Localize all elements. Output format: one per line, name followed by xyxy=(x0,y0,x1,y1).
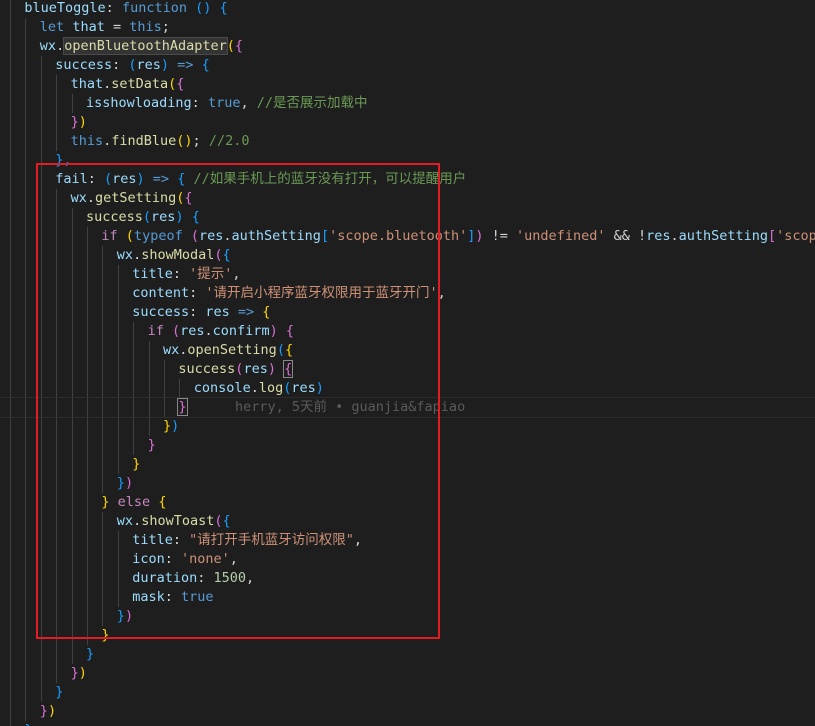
code-token: success xyxy=(55,57,113,73)
code-token: . xyxy=(670,228,679,244)
code-token: ( xyxy=(226,38,235,54)
code-token: ) xyxy=(160,57,170,73)
code-line[interactable]: let that = this; xyxy=(40,18,170,37)
code-token: } xyxy=(86,646,95,662)
code-token: () xyxy=(195,0,212,16)
code-line[interactable]: } xyxy=(24,721,32,726)
code-line[interactable]: blueToggle: function () { xyxy=(24,0,227,18)
code-token: authSetting xyxy=(678,228,769,244)
code-token: this xyxy=(70,133,104,149)
code-token: true xyxy=(207,95,241,111)
code-token: 'undefined' xyxy=(516,228,606,244)
code-token: [ xyxy=(768,228,777,244)
code-token: 'scope.blu xyxy=(776,228,815,244)
code-token: ) xyxy=(475,228,484,244)
code-token: function xyxy=(121,0,187,16)
code-token: ) xyxy=(47,703,57,719)
code-token: , xyxy=(240,95,257,111)
code-token: . xyxy=(56,38,65,54)
code-token: => xyxy=(177,57,194,73)
code-token: ) xyxy=(78,665,87,681)
code-token: : xyxy=(112,57,129,73)
code-token: openBluetoothAdapter xyxy=(63,37,228,55)
code-token: ; xyxy=(161,19,170,35)
code-line[interactable]: }) xyxy=(40,702,56,721)
code-line[interactable]: wx.openBluetoothAdapter({ xyxy=(40,37,243,56)
code-token: } xyxy=(70,665,79,681)
code-token: wx xyxy=(39,38,57,54)
red-highlight-box xyxy=(36,163,440,639)
code-token: } xyxy=(39,703,48,719)
code-token: setData xyxy=(111,76,169,92)
indent-guide xyxy=(25,18,27,721)
code-line[interactable]: }) xyxy=(71,113,87,132)
code-token: ; xyxy=(192,133,209,149)
code-token: findBlue xyxy=(111,133,177,149)
code-token: ( xyxy=(128,57,137,73)
code-line[interactable]: this.findBlue(); //2.0 xyxy=(71,132,250,151)
code-token: : xyxy=(191,95,208,111)
code-token: //是否展示加载中 xyxy=(256,95,368,111)
code-token: { xyxy=(234,38,244,54)
code-token: res xyxy=(136,57,161,73)
code-token: res xyxy=(646,228,671,244)
code-token: blueToggle xyxy=(24,0,106,16)
indent-guide xyxy=(10,0,11,726)
code-line[interactable]: } xyxy=(86,645,94,664)
code-token: this xyxy=(129,19,162,35)
code-token: } xyxy=(70,114,79,130)
code-line[interactable]: } xyxy=(55,683,63,702)
indent-guide xyxy=(56,75,58,151)
code-token: { xyxy=(219,0,228,16)
code-line[interactable]: success: (res) => { xyxy=(55,56,210,75)
code-token: { xyxy=(201,57,210,73)
code-token: : xyxy=(105,0,122,16)
code-editor[interactable]: blueToggle: function () {let that = this… xyxy=(0,0,815,726)
indent-guide xyxy=(71,94,73,113)
code-line[interactable]: isshowloading: true, //是否展示加载中 xyxy=(86,94,367,113)
code-token: && ! xyxy=(605,228,647,244)
code-line[interactable]: }) xyxy=(71,664,87,683)
code-token: () xyxy=(176,133,193,149)
code-line[interactable]: that.setData({ xyxy=(71,75,185,94)
code-token: { xyxy=(176,76,185,92)
code-token: that xyxy=(72,19,105,35)
code-token: } xyxy=(24,722,32,726)
code-token: = xyxy=(104,19,130,35)
code-token: that xyxy=(70,76,104,92)
code-token: != xyxy=(483,228,517,244)
code-token: ) xyxy=(78,114,87,130)
code-token: isshowloading xyxy=(86,95,192,111)
code-token: } xyxy=(55,684,64,700)
code-token: //2.0 xyxy=(208,133,250,149)
code-token: let xyxy=(39,19,65,35)
